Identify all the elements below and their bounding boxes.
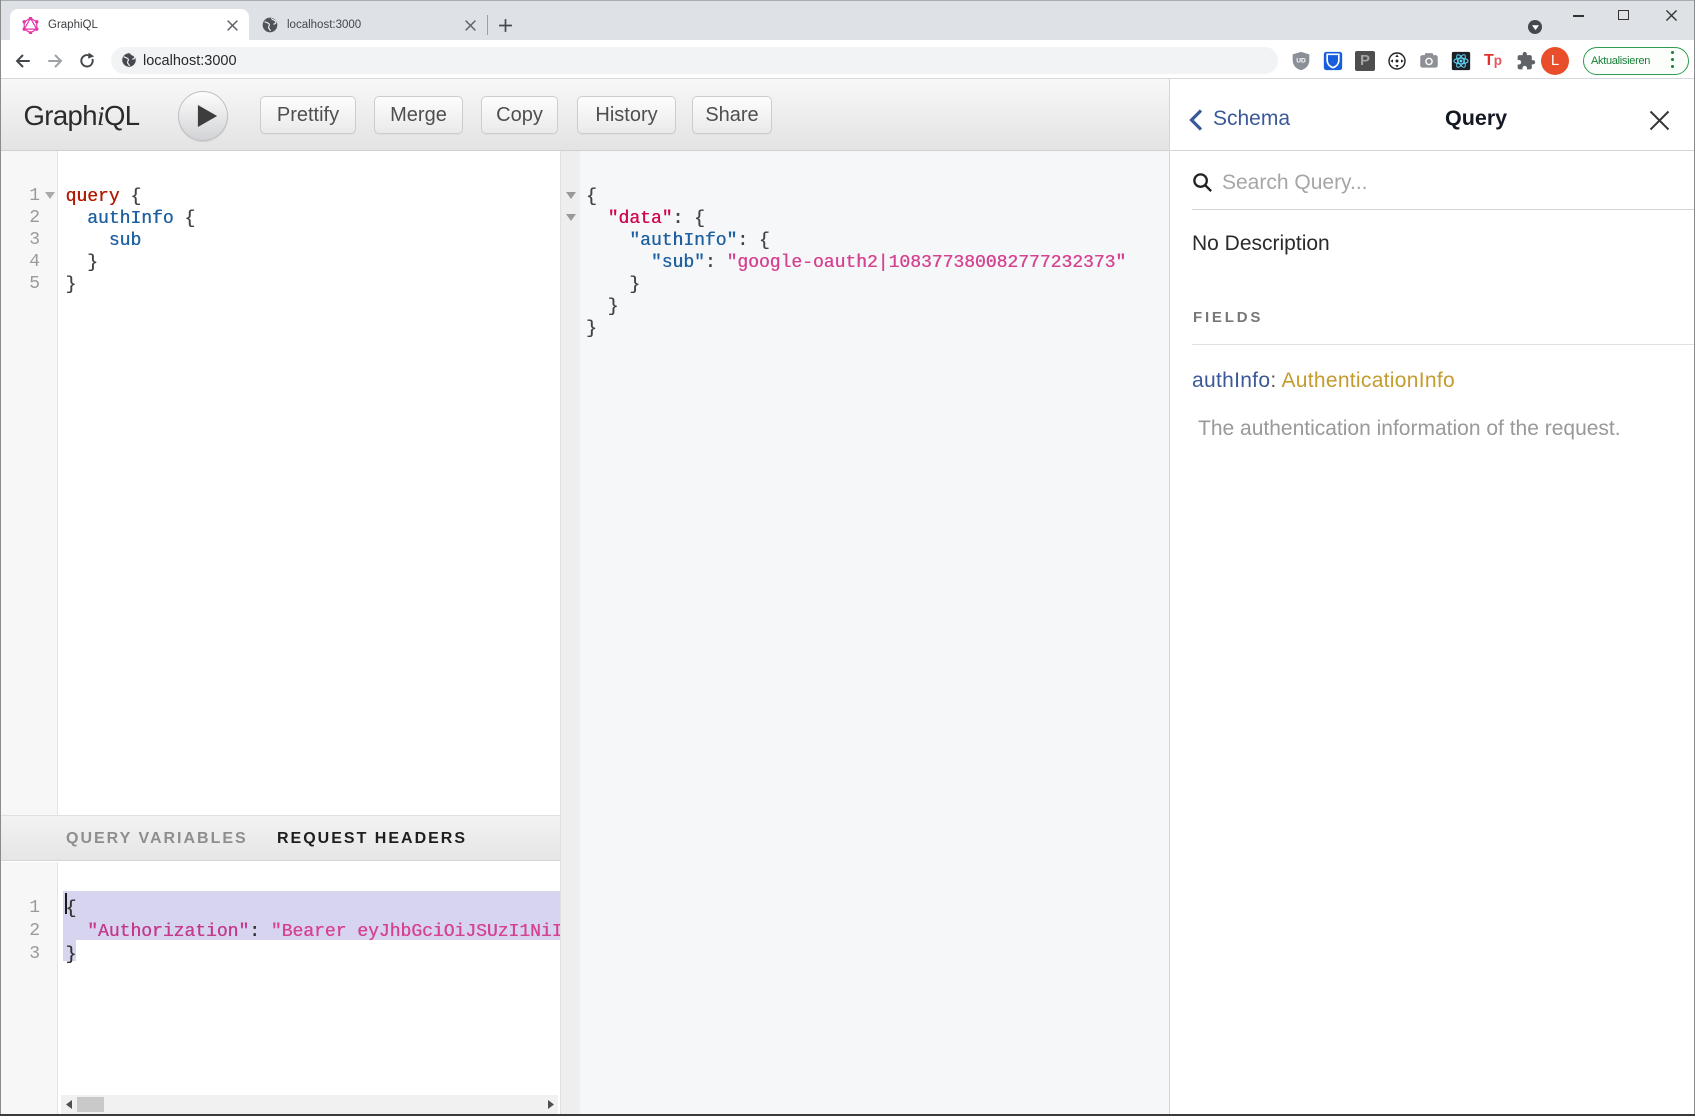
- svg-text:UD: UD: [1296, 57, 1306, 64]
